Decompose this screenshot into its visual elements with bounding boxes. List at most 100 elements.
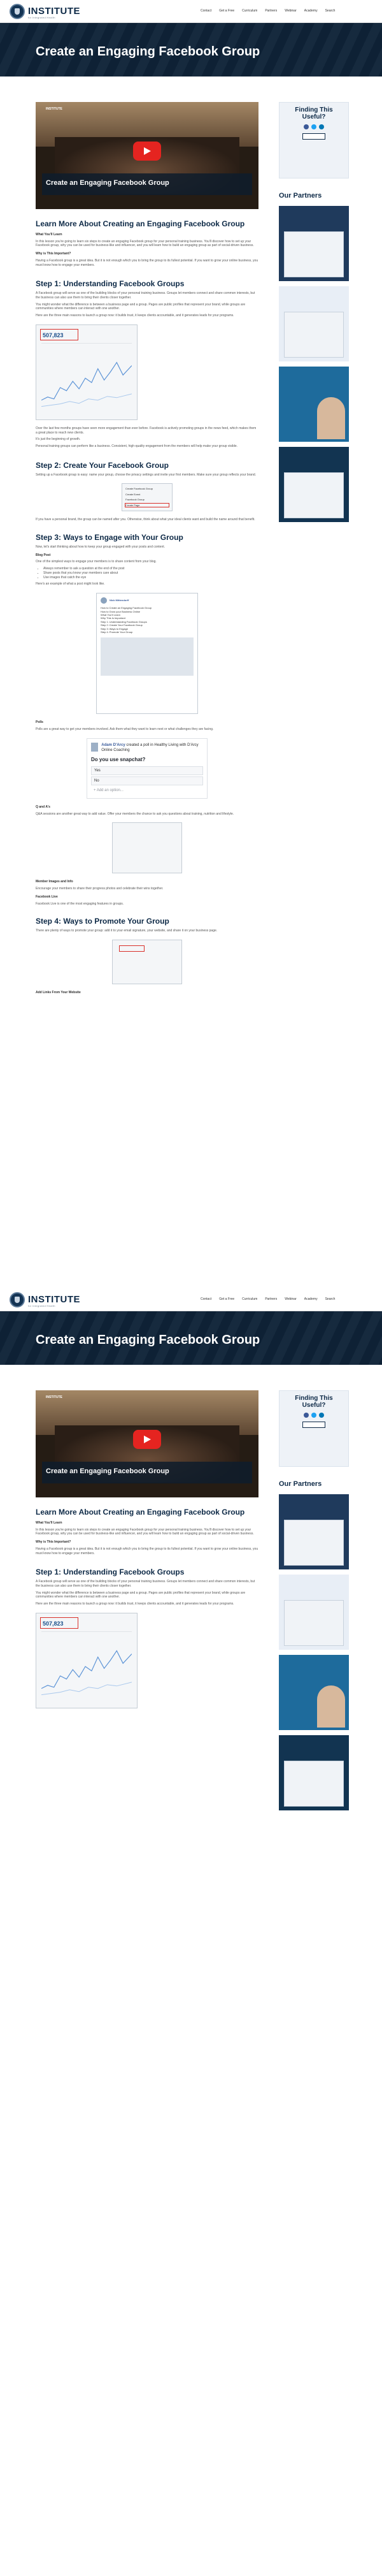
linkedin-icon[interactable] [319,124,324,129]
site-header: INSTITUTE for Integrated Health Contact … [0,0,382,23]
qa-text: Q&A sessions are another great way to ad… [36,811,234,816]
nav-item[interactable]: Partners [265,9,277,13]
hero-banner: Create an Engaging Facebook Group [0,23,382,76]
partner-ad[interactable] [279,1574,349,1650]
learn-heading: Learn More About Creating an Engaging Fa… [36,1508,245,1517]
main-nav: Contact Get a Free Curriculum Partners W… [201,9,335,13]
menu-item: Create Page [125,502,169,508]
facebook-icon[interactable] [304,1413,309,1418]
nav-item[interactable]: Academy [304,9,318,13]
play-icon[interactable] [133,142,161,161]
step2-text-a: Setting up a Facebook group is easy: nam… [36,472,257,477]
step1-heading: Step 1: Understanding Facebook Groups [36,279,185,289]
why-subheading: Why is This Important? [36,252,71,256]
step3-text-a: Now, let's start thinking about how to k… [36,544,166,549]
poll-card: Adam D'Arcy created a poll in Healthy Li… [87,738,208,799]
partner-ad[interactable] [279,446,349,522]
partner-ad[interactable] [279,1654,349,1730]
facebook-icon[interactable] [304,124,309,129]
intro-text: In this lesson you're going to learn six… [36,239,254,248]
stat-number: 507,823 [43,331,64,338]
blog-post-subheading: Blog Post [36,553,51,557]
facebook-live-subheading: Facebook Live [36,894,58,899]
nav-item[interactable]: Curriculum [242,9,257,13]
share-icons [283,1413,344,1418]
twitter-icon[interactable] [311,1413,316,1418]
sidebar: Finding This Useful? Our Partners [279,102,349,522]
intro-text: In this lesson you're going to learn six… [36,1527,254,1536]
site-header: INSTITUTE for Integrated Health Contact … [0,1288,382,1311]
what-subheading: What You'll Learn [36,1520,62,1525]
step1-text-f: Personal training groups can perform lik… [36,444,238,449]
linkedin-icon[interactable] [319,1413,324,1418]
nav-item[interactable]: Curriculum [242,1297,257,1302]
nav-item[interactable]: Partners [265,1297,277,1302]
post-list: How to Create an Engaging Facebook Group… [101,606,194,634]
qa-screenshot [112,822,182,874]
groups-stats-screenshot: 507,823 [36,324,138,420]
nav-item[interactable]: Contact [201,9,211,13]
twitter-icon[interactable] [311,124,316,129]
avatar [101,597,107,604]
poll-author[interactable]: Adam D'Arcy [101,743,125,747]
post-image [101,637,194,676]
add-links-subheading: Add Links From Your Website [36,991,81,994]
partner-ad[interactable] [279,205,349,281]
step3-text-b: One of the simplest ways to engage your … [36,560,157,564]
stats-line-chart [41,342,132,407]
play-icon[interactable] [133,1430,161,1449]
brand-tagline: for Integrated Health [28,1304,55,1307]
nav-item[interactable]: Contact [201,1297,211,1302]
partner-ad[interactable] [279,1735,349,1810]
institute-logo-icon[interactable] [10,4,25,19]
useful-button[interactable] [302,133,325,140]
step4-text: There are plenty of ways to promote your… [36,929,218,933]
create-menu-screenshot: Create Facebook Group Create Event Faceb… [122,483,173,512]
learn-heading: Learn More About Creating an Engaging Fa… [36,219,245,228]
step1-heading: Step 1: Understanding Facebook Groups [36,1568,185,1577]
list-item: Always remember to ask a question at the… [43,567,258,571]
video-player[interactable]: INSTITUTE Create an Engaging Facebook Gr… [36,102,258,209]
post-line: Step 4: Promote Your Group [101,630,133,634]
video-title: Create an Engaging Facebook Group [46,1467,169,1475]
institute-logo-icon[interactable] [10,1292,25,1307]
facebook-post-screenshot: Nick Mittendorff How to Create an Engagi… [96,593,198,715]
step1-text-d: Over the last few months groups have see… [36,426,257,435]
menu-item: Create Event [125,492,141,496]
video-channel: INSTITUTE [46,1395,62,1399]
nav-item[interactable]: Get a Free [219,1297,234,1302]
poll-question: Do you use snapchat? [91,756,146,762]
step1-text-b: You might wonder what the difference is … [36,302,246,311]
avatar [91,742,99,752]
useful-button[interactable] [302,1422,325,1428]
page-copy-2: INSTITUTE for Integrated Health Contact … [0,1288,382,2576]
nav-item[interactable]: Webinar [285,9,297,13]
stats-line-chart [41,1631,132,1695]
finding-useful-box: Finding This Useful? [279,1390,349,1467]
nav-item[interactable]: Search [325,9,336,13]
nav-item[interactable]: Webinar [285,1297,297,1302]
why-text: Having a Facebook group is a great idea.… [36,1546,258,1555]
poll-option-yes[interactable]: Yes [91,766,203,775]
step3-text-c: Here's an example of what a post might l… [36,582,105,586]
step1-text-c: Here are the three main reasons to launc… [36,1602,234,1606]
video-player[interactable]: INSTITUTE Create an Engaging Facebook Gr… [36,1390,258,1497]
page-title: Create an Engaging Facebook Group [36,1333,260,1347]
poll-add-option[interactable]: + Add an option... [91,787,203,794]
nav-item[interactable]: Get a Free [219,9,234,13]
nav-item[interactable]: Academy [304,1297,318,1302]
facebook-live-text: Facebook Live is one of the most engagin… [36,901,124,906]
poll-option-no[interactable]: No [91,776,203,785]
partner-ad[interactable] [279,1494,349,1569]
partner-ad[interactable] [279,286,349,361]
menu-item: Create Facebook Group [125,487,153,491]
why-text: Having a Facebook group is a great idea.… [36,258,258,267]
step3-heading: Step 3: Ways to Engage with Your Group [36,533,183,542]
menu-item: Facebook Group [125,498,145,502]
partner-ad[interactable] [279,366,349,442]
step1-text-b: You might wonder what the difference is … [36,1590,246,1599]
promote-screenshot [112,940,182,984]
brand-tagline: for Integrated Health [28,16,55,19]
nav-item[interactable]: Search [325,1297,336,1302]
main-nav: Contact Get a Free Curriculum Partners W… [201,1297,335,1302]
